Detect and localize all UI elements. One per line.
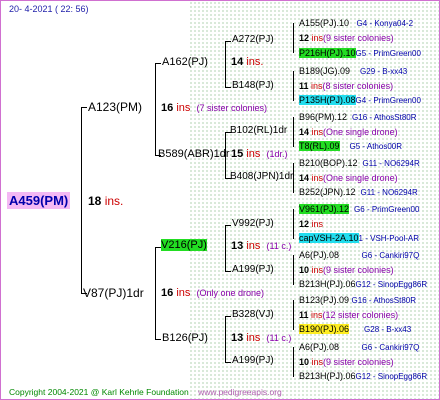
connector: [225, 225, 231, 226]
connector: [225, 316, 231, 317]
connector: [225, 362, 231, 363]
connector: [81, 107, 82, 293]
g3-queen[interactable]: V992(PJ): [232, 219, 274, 229]
g3-queen[interactable]: A199(PJ): [232, 356, 274, 366]
date-header: 20- 4-2021 ( 22: 56): [9, 4, 89, 14]
connector: [155, 63, 156, 155]
g1-queen-mother[interactable]: A123(PM): [88, 101, 142, 113]
website-link[interactable]: www.pedigreeapis.org: [198, 387, 282, 397]
g4-row[interactable]: capVSH-2A.101 - VSH-Pool-AR: [299, 233, 419, 243]
g4-row[interactable]: B210(BOP).12 G11 - NO6294R: [299, 159, 420, 168]
root-inbreeding: 18 ins.: [88, 194, 124, 208]
connector: [293, 117, 294, 147]
g2-queen[interactable]: B589(ABR)1dr: [158, 149, 230, 160]
g4-row[interactable]: T8(RL).09 G5 - Athos00R: [299, 141, 402, 151]
connector: [293, 300, 294, 330]
g2-queen[interactable]: B126(PJ): [162, 333, 208, 344]
connector: [225, 41, 231, 42]
g4-row[interactable]: B252(JPN).12 G11 - NO6294R: [299, 188, 418, 197]
root-queen[interactable]: A459(PM): [7, 192, 71, 209]
g2-queen[interactable]: V216(PJ): [161, 239, 207, 251]
connector: [293, 71, 294, 101]
g4-inbreeding: 11 ins(12 sister colonies): [299, 310, 399, 320]
g4-row[interactable]: P135H(PJ).08G4 - PrimGreen00: [299, 95, 421, 105]
g4-row[interactable]: B96(PM).12 G16 - AthosSt80R: [299, 113, 417, 122]
connector: [155, 339, 161, 340]
connector: [225, 87, 231, 88]
connector: [81, 107, 87, 108]
g4-inbreeding: 14 ins(One single drone): [299, 173, 398, 183]
g3-queen[interactable]: B408(JPN)1dr: [230, 172, 293, 182]
g4-row[interactable]: A6(PJ).08 G6 - Cankiri97Q: [299, 343, 419, 352]
g4-row[interactable]: P216H(PJ).10G5 - PrimGreen00: [299, 48, 421, 58]
pedigree-frame: 20- 4-2021 ( 22: 56) Copyright 2004-2021…: [0, 0, 440, 400]
g4-inbreeding: 11 ins(8 sister colonies): [299, 81, 394, 91]
connector: [155, 247, 156, 339]
g4-inbreeding: 14 ins(One single drone): [299, 127, 398, 137]
g4-row[interactable]: A155(PJ).10 G4 - Konya04-2: [299, 19, 413, 28]
g3-queen[interactable]: B328(VJ): [232, 310, 274, 320]
g2-inbreeding: 14 ins.: [231, 56, 264, 68]
g4-inbreeding: 12 ins: [299, 219, 324, 229]
connector: [155, 63, 161, 64]
g4-inbreeding: 10 ins(9 sister colonies): [299, 265, 394, 275]
g2-inbreeding: 13 ins (11 c.): [231, 240, 292, 252]
connector: [293, 347, 294, 377]
g1-queen-father[interactable]: V87(PJ)1dr: [83, 287, 144, 299]
dotted-background: [189, 1, 439, 399]
g2-queen[interactable]: A162(PJ): [162, 57, 208, 68]
connector: [225, 225, 226, 271]
g4-inbreeding: 10 ins(9 sister colonies): [299, 357, 394, 367]
footer: Copyright 2004-2021 @ Karl Kehrle Founda…: [9, 388, 282, 397]
g3-queen[interactable]: B148(PJ): [232, 81, 274, 91]
connector: [225, 316, 226, 362]
g1-inbreeding-father: 16 ins (Only one drone): [161, 287, 265, 299]
connector: [225, 271, 231, 272]
g4-row[interactable]: B213H(PJ).06G12 - SinopEgg86R: [299, 372, 427, 381]
g4-row[interactable]: V961(PJ).12 G6 - PrimGreen00: [299, 204, 419, 214]
copyright-text: Copyright 2004-2021 @ Karl Kehrle Founda…: [9, 387, 189, 397]
g4-row[interactable]: B189(JG).09 G29 - B-xx43: [299, 67, 407, 76]
g3-queen[interactable]: B102(RL)1dr: [230, 126, 287, 136]
connector: [225, 41, 226, 87]
g4-row[interactable]: A6(PJ).08 G6 - Cankiri97Q: [299, 251, 419, 260]
g4-row[interactable]: B123(PJ).09 G16 - AthosSt80R: [299, 296, 416, 305]
connector: [293, 209, 294, 239]
g4-row[interactable]: B213H(PJ).06G12 - SinopEgg86R: [299, 280, 427, 289]
g4-inbreeding: 12 ins(9 sister colonies): [299, 33, 394, 43]
g2-inbreeding: 15 ins (1dr.): [231, 148, 288, 160]
g3-queen[interactable]: A272(PJ): [232, 35, 274, 45]
g4-row[interactable]: B190(PJ).06 G28 - B-xx43: [299, 324, 411, 334]
connector: [293, 255, 294, 285]
g3-queen[interactable]: A199(PJ): [232, 265, 274, 275]
g1-inbreeding-mother: 16 ins (7 sister colonies): [161, 102, 268, 114]
connector: [293, 23, 294, 53]
g2-inbreeding: 13 ins (11 c.): [231, 332, 292, 344]
